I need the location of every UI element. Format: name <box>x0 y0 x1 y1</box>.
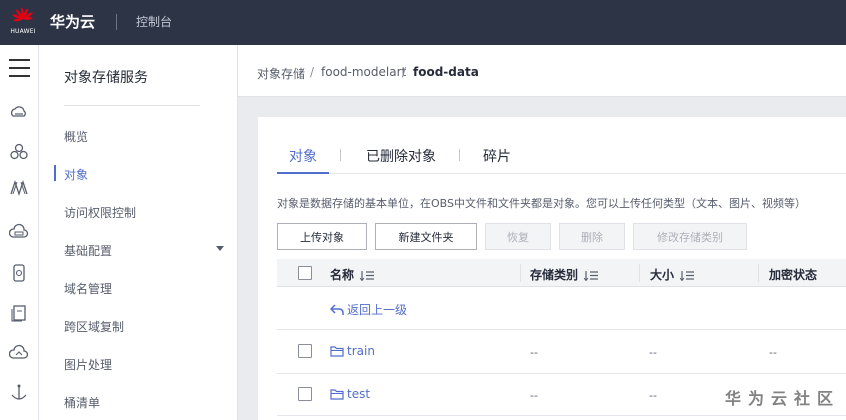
sidebar-item-objects[interactable]: 对象 <box>64 166 224 183</box>
tab-divider <box>340 149 341 161</box>
sidebar-item-cross-region-replication[interactable]: 跨区域复制 <box>64 318 224 335</box>
select-all-checkbox[interactable] <box>298 266 312 280</box>
sidebar-item-bucket-inventory[interactable]: 桶清单 <box>64 394 224 411</box>
folder-link-test[interactable]: test <box>330 387 370 401</box>
breadcrumb: 对象存储 / food-modelart / food-data <box>238 45 846 97</box>
back-to-parent-label: 返回上一级 <box>347 303 408 317</box>
row-divider <box>277 373 846 374</box>
breadcrumb-bucket[interactable]: food-modelart <box>321 65 406 79</box>
header-divider <box>116 14 117 30</box>
size-cell: -- <box>649 346 657 359</box>
tab-objects[interactable]: 对象 <box>289 146 317 166</box>
storage-class-cell: -- <box>530 389 538 402</box>
top-bar: HUAWEI 华为云 控制台 <box>0 0 846 45</box>
tab-deleted-objects[interactable]: 已删除对象 <box>366 146 436 166</box>
sidebar-item-basic-config[interactable]: 基础配置 <box>64 242 224 259</box>
breadcrumb-separator: / <box>310 65 315 79</box>
watermark: 华为云社区 <box>725 389 841 408</box>
sidebar-item-overview[interactable]: 概览 <box>64 128 224 145</box>
breadcrumb-separator: / <box>402 65 407 79</box>
folder-icon <box>330 389 344 400</box>
size-cell: -- <box>649 389 657 402</box>
encryption-cell: -- <box>769 346 777 359</box>
column-storage-class-label: 存储类别 <box>530 268 579 282</box>
column-storage-class-header[interactable]: 存储类别 <box>530 266 599 283</box>
back-arrow-icon <box>330 303 344 315</box>
objects-description: 对象是数据存储的基本单位，在OBS中文件和文件夹都是对象。您可以上传任何类型（文… <box>277 197 806 210</box>
logo-text: HUAWEI <box>10 28 36 35</box>
column-divider <box>520 264 521 282</box>
active-indicator <box>54 165 56 181</box>
tab-divider <box>459 149 460 161</box>
document-icon[interactable] <box>9 303 29 323</box>
network-icon[interactable] <box>9 178 29 198</box>
cloud-services-icon[interactable] <box>9 142 29 162</box>
storage-cloud-icon[interactable] <box>9 223 29 243</box>
icon-rail <box>0 45 39 420</box>
cloud-server-icon[interactable] <box>9 103 29 123</box>
breadcrumb-current: food-data <box>413 65 479 79</box>
breadcrumb-root[interactable]: 对象存储 <box>257 65 305 82</box>
sort-icon[interactable] <box>360 270 375 281</box>
database-icon[interactable] <box>9 263 29 283</box>
delete-button[interactable]: 删除 <box>559 223 625 250</box>
column-encryption-header: 加密状态 <box>769 268 818 282</box>
service-sidebar: 对象存储服务 概览 对象 访问权限控制 基础配置 域名管理 跨区域复制 图片处理… <box>39 45 238 420</box>
sidebar-item-access-control[interactable]: 访问权限控制 <box>64 204 224 221</box>
table-header: 名称 存储类别 大小 加密状态 <box>277 259 846 287</box>
folder-link-train[interactable]: train <box>330 344 375 358</box>
row-divider <box>277 329 846 330</box>
upload-object-button[interactable]: 上传对象 <box>277 223 367 250</box>
tab-active-underline <box>277 172 329 174</box>
row-divider <box>277 415 846 416</box>
sidebar-item-label: 基础配置 <box>64 244 113 258</box>
folder-icon <box>330 346 344 357</box>
chevron-down-icon <box>216 246 224 251</box>
row-checkbox[interactable] <box>298 387 312 401</box>
column-divider <box>639 264 640 282</box>
back-to-parent-link[interactable]: 返回上一级 <box>330 301 407 318</box>
folder-name: train <box>347 344 375 358</box>
tabs-baseline <box>277 173 846 174</box>
column-name-header[interactable]: 名称 <box>330 266 375 283</box>
sidebar-item-domain-management[interactable]: 域名管理 <box>64 280 224 297</box>
objects-panel: 对象 已删除对象 碎片 对象是数据存储的基本单位，在OBS中文件和文件夹都是对象… <box>258 117 846 420</box>
tab-fragments[interactable]: 碎片 <box>483 146 511 166</box>
sidebar-divider <box>64 105 200 106</box>
service-title: 对象存储服务 <box>64 70 148 86</box>
modify-storage-class-button[interactable]: 修改存储类别 <box>633 223 747 250</box>
cloud-monitor-icon[interactable] <box>9 343 29 363</box>
anchor-icon[interactable] <box>9 383 29 403</box>
restore-button[interactable]: 恢复 <box>485 223 551 250</box>
sort-icon[interactable] <box>680 270 695 281</box>
menu-icon[interactable] <box>9 59 30 77</box>
new-folder-button[interactable]: 新建文件夹 <box>375 223 477 250</box>
column-name-label: 名称 <box>330 268 355 282</box>
console-link[interactable]: 控制台 <box>136 13 172 30</box>
folder-name: test <box>347 387 371 401</box>
row-checkbox[interactable] <box>298 344 312 358</box>
sort-icon[interactable] <box>584 270 599 281</box>
sidebar-item-image-processing[interactable]: 图片处理 <box>64 356 224 373</box>
brand-name[interactable]: 华为云 <box>50 11 95 32</box>
column-divider <box>758 264 759 282</box>
column-size-label: 大小 <box>650 268 675 282</box>
column-size-header[interactable]: 大小 <box>650 266 695 283</box>
storage-class-cell: -- <box>530 346 538 359</box>
